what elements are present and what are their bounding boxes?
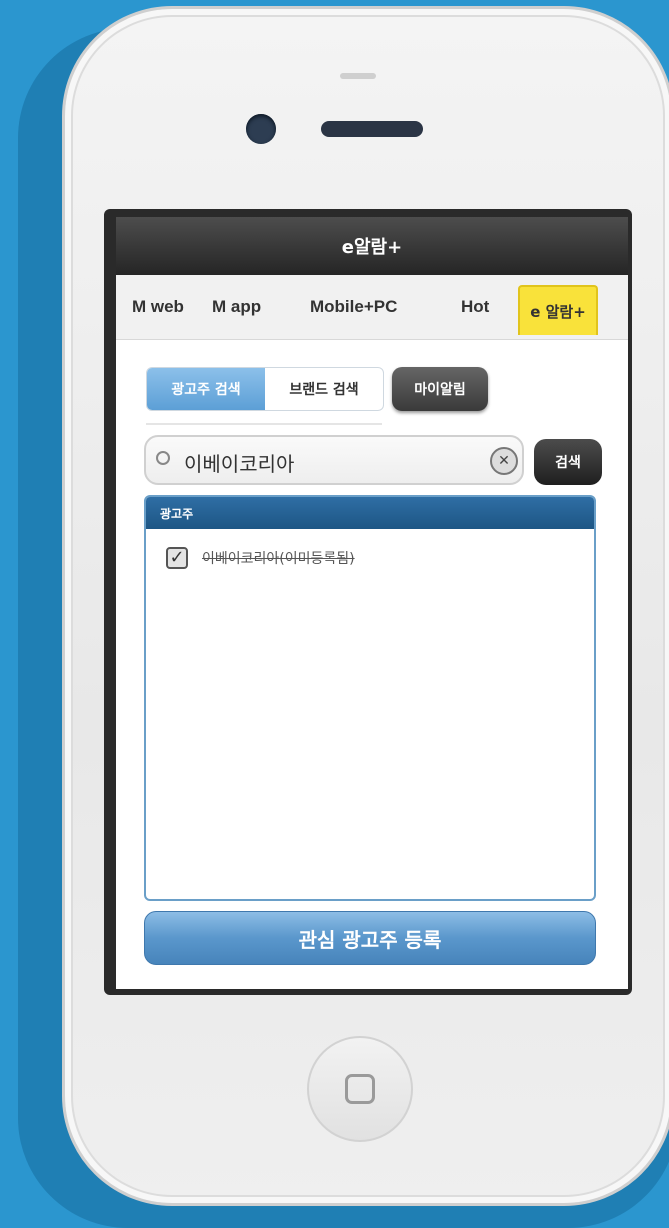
- home-button-icon: [345, 1074, 375, 1104]
- home-button[interactable]: [307, 1036, 413, 1142]
- checkbox-check-icon[interactable]: ✓: [166, 547, 188, 569]
- top-grill: [340, 73, 376, 79]
- speaker-icon: [321, 121, 423, 137]
- tab-mobile-pc[interactable]: Mobile+PC: [310, 297, 397, 317]
- camera-icon: [246, 114, 276, 144]
- tab-e-alarm[interactable]: e 알람+: [518, 285, 598, 335]
- app-screen: e알람+ M web M app Mobile+PC Hot e 알람+ 광고주…: [116, 217, 628, 989]
- advertiser-list: 광고주 ✓ 이베이코리아(이미등록됨): [144, 495, 596, 901]
- list-header: 광고주: [146, 497, 594, 529]
- tab-m-web[interactable]: M web: [132, 297, 184, 317]
- brand-search-tab[interactable]: 브랜드 검색: [265, 368, 383, 410]
- register-advertiser-button[interactable]: 관심 광고주 등록: [144, 911, 596, 965]
- list-item[interactable]: ✓ 이베이코리아(이미등록됨): [166, 543, 355, 573]
- search-icon: [156, 451, 170, 465]
- search-input[interactable]: 이베이코리아: [184, 448, 474, 477]
- advertiser-search-tab[interactable]: 광고주 검색: [147, 368, 265, 410]
- search-button[interactable]: 검색: [534, 439, 602, 485]
- segment-divider: [146, 423, 382, 425]
- list-item-label: 이베이코리아(이미등록됨): [202, 551, 355, 567]
- clear-icon[interactable]: ✕: [490, 447, 518, 475]
- search-field[interactable]: 이베이코리아 ✕: [144, 435, 524, 485]
- tab-m-app[interactable]: M app: [212, 297, 261, 317]
- tab-bar: M web M app Mobile+PC Hot e 알람+: [116, 275, 628, 340]
- tab-hot[interactable]: Hot: [461, 297, 489, 317]
- app-title: e알람+: [116, 217, 628, 275]
- my-alarm-button[interactable]: 마이알림: [392, 367, 488, 411]
- search-type-toggle: 광고주 검색 브랜드 검색: [146, 367, 384, 411]
